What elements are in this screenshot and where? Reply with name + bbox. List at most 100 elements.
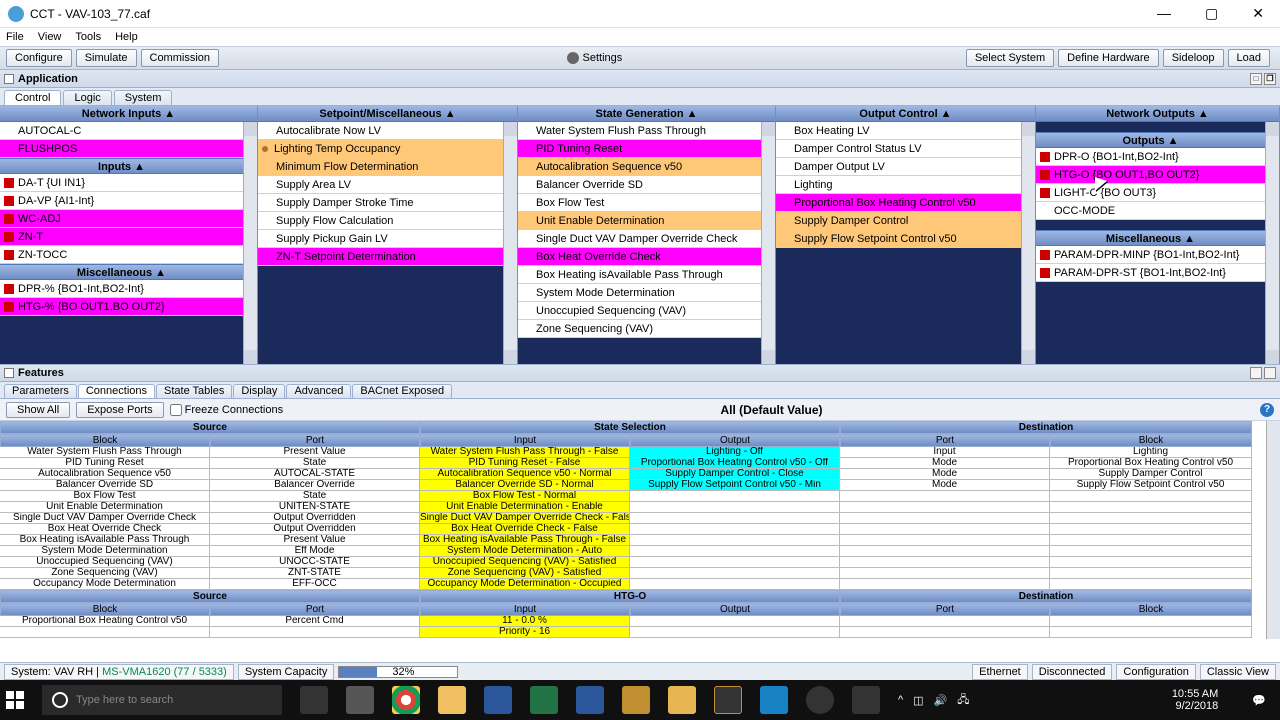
row-sd-vav-override[interactable]: Single Duct VAV Damper Override Check — [518, 230, 761, 248]
table-row[interactable]: Balancer Override SDBalancer OverrideBal… — [0, 480, 1280, 491]
notifications-icon[interactable]: 💬 — [1244, 694, 1274, 707]
table-row[interactable]: Box Heat Override CheckOutput Overridden… — [0, 524, 1280, 535]
sideloop-button[interactable]: Sideloop — [1163, 49, 1224, 67]
row-param-dpr-st[interactable]: PARAM-DPR-ST {BO1-Int,BO2-Int} — [1036, 264, 1265, 282]
grid-scrollbar[interactable] — [1266, 421, 1280, 639]
outlook-icon[interactable] — [484, 686, 512, 714]
row-box-heat-lv[interactable]: Box Heating LV — [776, 122, 1021, 140]
row-sys-mode[interactable]: System Mode Determination — [518, 284, 761, 302]
table-row[interactable]: PID Tuning ResetStatePID Tuning Reset - … — [0, 458, 1280, 469]
tray-net-icon[interactable]: ◫ — [913, 694, 923, 707]
col-output[interactable]: Output — [630, 434, 840, 447]
explorer-icon[interactable] — [438, 686, 466, 714]
subhdr-misc2[interactable]: Miscellaneous ▲ — [1036, 230, 1265, 246]
excel-icon[interactable] — [530, 686, 558, 714]
row-zn-tocc[interactable]: ZN-TOCC — [0, 246, 243, 264]
table-row[interactable]: Unit Enable DeterminationUNITEN-STATEUni… — [0, 502, 1280, 513]
scrollbar[interactable] — [503, 122, 517, 364]
table-row[interactable]: Priority - 16 — [0, 627, 1280, 638]
menu-tools[interactable]: Tools — [75, 31, 101, 43]
table-row[interactable]: Proportional Box Heating Control v50Perc… — [0, 616, 1280, 627]
ftab-state-tables[interactable]: State Tables — [156, 384, 232, 398]
tab-control[interactable]: Control — [4, 90, 61, 105]
panel-restore-icon[interactable] — [1264, 367, 1276, 379]
col-block[interactable]: Block — [0, 434, 210, 447]
row-supply-area[interactable]: Supply Area LV — [258, 176, 503, 194]
ftab-display[interactable]: Display — [233, 384, 285, 398]
app-icon-1[interactable] — [346, 686, 374, 714]
row-autocal-now[interactable]: Autocalibrate Now LV — [258, 122, 503, 140]
ftab-advanced[interactable]: Advanced — [286, 384, 351, 398]
panel-restore-icon[interactable]: ❐ — [1264, 73, 1276, 85]
col-input[interactable]: Input — [420, 434, 630, 447]
row-zn-t[interactable]: ZN-T — [0, 228, 243, 246]
table-row[interactable]: Occupancy Mode DeterminationEFF-OCCOccup… — [0, 579, 1280, 590]
word-icon[interactable] — [576, 686, 604, 714]
row-box-heat-avail[interactable]: Box Heating isAvailable Pass Through — [518, 266, 761, 284]
tray-bt-icon[interactable]: 🖧 — [957, 691, 969, 710]
row-water-flush[interactable]: Water System Flush Pass Through — [518, 122, 761, 140]
taskview-icon[interactable] — [300, 686, 328, 714]
scrollbar[interactable] — [761, 122, 775, 364]
system-tray[interactable]: ^ ◫ 🔊 🖧 — [898, 691, 970, 710]
panel-max-icon[interactable]: □ — [1250, 73, 1262, 85]
row-unocc-seq[interactable]: Unoccupied Sequencing (VAV) — [518, 302, 761, 320]
row-pid-reset[interactable]: PID Tuning Reset — [518, 140, 761, 158]
table-row[interactable]: Autocalibration Sequence v50AUTOCAL-STAT… — [0, 469, 1280, 480]
select-system-button[interactable]: Select System — [966, 49, 1054, 67]
row-damper-status-lv[interactable]: Damper Control Status LV — [776, 140, 1021, 158]
row-da-t[interactable]: DA-T {UI IN1} — [0, 174, 243, 192]
row-min-flow[interactable]: Minimum Flow Determination — [258, 158, 503, 176]
folder-icon[interactable] — [668, 686, 696, 714]
row-light-c[interactable]: LIGHT-C {BO OUT3} — [1036, 184, 1265, 202]
status-disconnected[interactable]: Disconnected — [1032, 664, 1113, 680]
scrollbar[interactable] — [1021, 122, 1035, 364]
colhdr-network-inputs[interactable]: Network Inputs ▲ — [0, 106, 257, 122]
col-block2[interactable]: Block — [1050, 434, 1252, 447]
scrollbar[interactable] — [1265, 122, 1279, 364]
menu-help[interactable]: Help — [115, 31, 138, 43]
close-button[interactable]: ✕ — [1244, 3, 1272, 24]
row-autocal-c[interactable]: AUTOCAL-C — [0, 122, 243, 140]
search-box[interactable]: Type here to search — [42, 685, 282, 715]
row-da-vp[interactable]: DA-VP {AI1-Int} — [0, 192, 243, 210]
panel-max-icon[interactable] — [1250, 367, 1262, 379]
menu-view[interactable]: View — [38, 31, 62, 43]
expose-ports-button[interactable]: Expose Ports — [76, 402, 163, 418]
colhdr-output-control[interactable]: Output Control ▲ — [776, 106, 1035, 122]
row-box-heat-ovr[interactable]: Box Heat Override Check — [518, 248, 761, 266]
row-dpr-pct[interactable]: DPR-% {BO1-Int,BO2-Int} — [0, 280, 243, 298]
row-htg-pct[interactable]: HTG-% {BO OUT1,BO OUT2} — [0, 298, 243, 316]
tray-up-icon[interactable]: ^ — [898, 694, 903, 706]
row-damper-output-lv[interactable]: Damper Output LV — [776, 158, 1021, 176]
table-row[interactable]: Unoccupied Sequencing (VAV)UNOCC-STATEUn… — [0, 557, 1280, 568]
tab-logic[interactable]: Logic — [63, 90, 111, 105]
table-row[interactable]: Water System Flush Pass ThroughPresent V… — [0, 447, 1280, 458]
colhdr-network-outputs[interactable]: Network Outputs ▲ — [1036, 106, 1279, 122]
scrollbar[interactable] — [243, 122, 257, 364]
ftab-connections[interactable]: Connections — [78, 384, 155, 398]
table-row[interactable]: Zone Sequencing (VAV)ZNT-STATEZone Seque… — [0, 568, 1280, 579]
status-configuration[interactable]: Configuration — [1116, 664, 1195, 680]
row-supply-damper[interactable]: Supply Damper Control — [776, 212, 1021, 230]
minimize-button[interactable]: — — [1149, 3, 1179, 24]
start-button[interactable] — [6, 691, 24, 709]
row-flushpos[interactable]: FLUSHPOS — [0, 140, 243, 158]
menu-file[interactable]: File — [6, 31, 24, 43]
chrome-icon[interactable] — [392, 686, 420, 714]
col-port[interactable]: Port — [210, 434, 420, 447]
row-box-flow-test[interactable]: Box Flow Test — [518, 194, 761, 212]
colhdr-setpoint[interactable]: Setpoint/Miscellaneous ▲ — [258, 106, 517, 122]
define-hardware-button[interactable]: Define Hardware — [1058, 49, 1159, 67]
row-lighting-temp-occ[interactable]: Lighting Temp Occupancy — [258, 140, 503, 158]
tab-system[interactable]: System — [114, 90, 173, 105]
row-balancer-ovr[interactable]: Balancer Override SD — [518, 176, 761, 194]
subhdr-misc[interactable]: Miscellaneous ▲ — [0, 264, 243, 280]
row-occ-mode[interactable]: OCC-MODE — [1036, 202, 1265, 220]
row-param-dpr-minp[interactable]: PARAM-DPR-MINP {BO1-Int,BO2-Int} — [1036, 246, 1265, 264]
row-supply-flow-sp[interactable]: Supply Flow Setpoint Control v50 — [776, 230, 1021, 248]
subhdr-inputs[interactable]: Inputs ▲ — [0, 158, 243, 174]
table-row[interactable]: Box Flow TestStateBox Flow Test - Normal — [0, 491, 1280, 502]
row-znt-setpoint[interactable]: ZN-T Setpoint Determination — [258, 248, 503, 266]
configure-button[interactable]: Configure — [6, 49, 72, 67]
